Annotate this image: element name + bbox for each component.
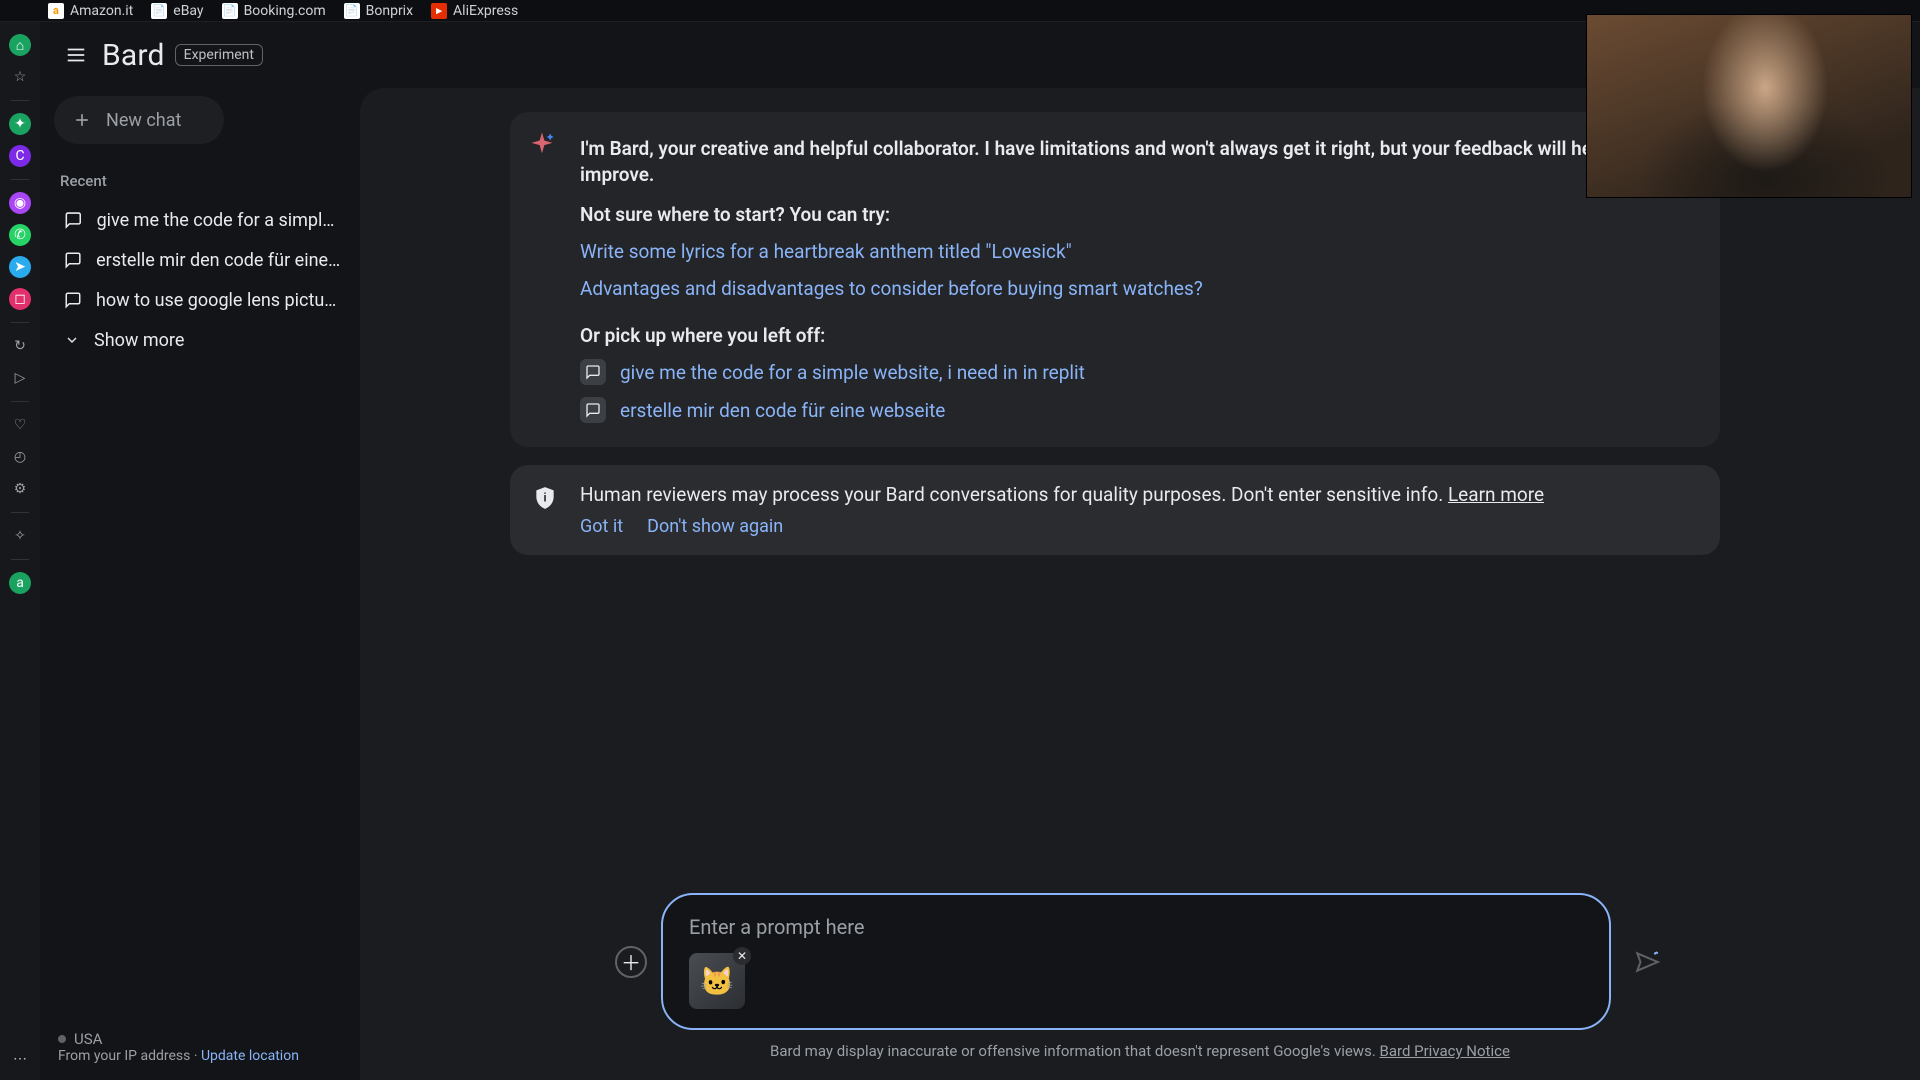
intro-card: I'm Bard, your creative and helpful coll… — [510, 112, 1720, 447]
recent-chat-item[interactable]: how to use google lens pictures i… — [54, 280, 352, 320]
history-icon[interactable]: ↻ — [9, 335, 31, 357]
pickup-chat-item[interactable]: give me the code for a simple website, i… — [580, 359, 1680, 385]
remove-attachment-button[interactable]: ✕ — [733, 947, 751, 965]
location-block: USA From your IP address · Update locati… — [54, 1030, 352, 1064]
chat-icon — [580, 359, 606, 385]
learn-more-link[interactable]: Learn more — [1448, 483, 1544, 506]
suggestion-link[interactable]: Write some lyrics for a heartbreak anthe… — [580, 240, 1680, 263]
got-it-button[interactable]: Got it — [580, 516, 623, 537]
bookmark-item[interactable]: ▸ AliExpress — [431, 3, 518, 19]
favicon: 📄 — [222, 3, 238, 19]
update-location-link[interactable]: Update location — [201, 1048, 299, 1064]
bard-sparkle-icon — [528, 130, 556, 158]
svg-text:i: i — [543, 491, 546, 505]
webcam-overlay — [1586, 14, 1912, 198]
messenger-icon[interactable]: ◉ — [9, 192, 31, 214]
pickup-chat-label: erstelle mir den code für eine webseite — [620, 399, 945, 422]
rail-separator — [11, 100, 29, 101]
rail-separator — [11, 401, 29, 402]
more-icon[interactable]: ⋯ — [9, 1048, 31, 1070]
prompt-input[interactable]: Enter a prompt here ✕ — [661, 893, 1611, 1030]
rail-separator — [11, 559, 29, 560]
add-attachment-button[interactable]: ＋ — [615, 946, 647, 978]
menu-icon — [65, 44, 87, 66]
instagram-icon[interactable]: ◻ — [9, 288, 31, 310]
bard-icon[interactable]: ✦ — [9, 113, 31, 135]
avatar-icon[interactable]: a — [9, 572, 31, 594]
recent-chat-label: how to use google lens pictures i… — [96, 290, 342, 311]
home-icon[interactable]: ⌂ — [9, 34, 31, 56]
favicon: ▸ — [431, 3, 447, 19]
bookmark-item[interactable]: 📄 Booking.com — [222, 3, 326, 19]
location-dot-icon — [58, 1035, 66, 1043]
location-ip-text: From your IP address — [58, 1048, 190, 1064]
new-chat-button[interactable]: New chat — [54, 96, 224, 144]
recent-chat-label: give me the code for a simple w… — [97, 210, 342, 231]
chat-icon — [64, 210, 83, 230]
plus-icon — [72, 110, 92, 130]
play-icon[interactable]: ▷ — [9, 367, 31, 389]
prompt-row: ＋ Enter a prompt here ✕ — [615, 893, 1665, 1030]
brand-title: Bard — [102, 38, 165, 73]
pickup-chat-label: give me the code for a simple website, i… — [620, 361, 1085, 384]
pickup-chat-item[interactable]: erstelle mir den code für eine webseite — [580, 397, 1680, 423]
show-more-label: Show more — [94, 330, 184, 351]
recent-chat-label: erstelle mir den code für eine we… — [96, 250, 342, 271]
disclaimer-text: Bard may display inaccurate or offensive… — [770, 1042, 1379, 1060]
recent-label: Recent — [60, 172, 346, 190]
telegram-icon[interactable]: ➤ — [9, 256, 31, 278]
attachment-thumbnail[interactable]: ✕ — [689, 953, 745, 1009]
gear-icon[interactable]: ⚙ — [9, 478, 31, 500]
menu-button[interactable] — [56, 35, 96, 75]
rail-separator — [11, 179, 29, 180]
bookmark-label: eBay — [173, 3, 203, 19]
heart-icon[interactable]: ♡ — [9, 414, 31, 436]
chevron-down-icon — [64, 332, 80, 348]
disclaimer: Bard may display inaccurate or offensive… — [360, 1042, 1920, 1060]
favicon: a — [48, 3, 64, 19]
rail-separator — [11, 322, 29, 323]
shield-icon: i — [532, 485, 558, 511]
send-button[interactable] — [1629, 944, 1665, 980]
privacy-notice-link[interactable]: Bard Privacy Notice — [1380, 1042, 1510, 1060]
intro-text: I'm Bard, your creative and helpful coll… — [580, 136, 1680, 187]
sidebar: New chat Recent give me the code for a s… — [40, 88, 360, 1080]
canva-icon[interactable]: C — [9, 145, 31, 167]
chat-icon — [580, 397, 606, 423]
brand: Bard Experiment — [102, 38, 263, 73]
sparkle-icon[interactable]: ✧ — [9, 525, 31, 547]
rail-separator — [11, 512, 29, 513]
favicon: 📄 — [344, 3, 360, 19]
try-label: Not sure where to start? You can try: — [580, 203, 1680, 226]
chat-icon — [64, 250, 82, 270]
main-area: I'm Bard, your creative and helpful coll… — [360, 88, 1920, 1080]
suggestion-link[interactable]: Advantages and disadvantages to consider… — [580, 277, 1680, 300]
recent-chat-item[interactable]: erstelle mir den code für eine we… — [54, 240, 352, 280]
bookmark-item[interactable]: 📄 Bonprix — [344, 3, 413, 19]
notice-text: Human reviewers may process your Bard co… — [580, 483, 1448, 506]
bookmark-label: Bonprix — [366, 3, 413, 19]
prompt-placeholder: Enter a prompt here — [689, 915, 1583, 939]
favicon: 📄 — [151, 3, 167, 19]
recent-chat-item[interactable]: give me the code for a simple w… — [54, 200, 352, 240]
whatsapp-icon[interactable]: ✆ — [9, 224, 31, 246]
chat-icon — [64, 290, 82, 310]
bookmark-label: Amazon.it — [70, 3, 133, 19]
bookmark-item[interactable]: a Amazon.it — [48, 3, 133, 19]
pickup-label: Or pick up where you left off: — [580, 324, 1680, 347]
bookmark-label: Booking.com — [244, 3, 326, 19]
dont-show-again-button[interactable]: Don't show again — [647, 516, 783, 537]
bookmark-item[interactable]: 📄 eBay — [151, 3, 203, 19]
show-more-button[interactable]: Show more — [54, 320, 352, 360]
bookmark-label: AliExpress — [453, 3, 518, 19]
location-country: USA — [74, 1030, 102, 1048]
vertical-tab-rail: ⌂ ☆ ✦ C ◉ ✆ ➤ ◻ ↻ ▷ ♡ ◴ ⚙ ✧ a ⋯ — [0, 22, 40, 1080]
send-icon — [1634, 949, 1660, 975]
clock-icon[interactable]: ◴ — [9, 446, 31, 468]
experiment-badge: Experiment — [175, 44, 263, 66]
new-chat-label: New chat — [106, 110, 181, 131]
privacy-notice: i Human reviewers may process your Bard … — [510, 465, 1720, 555]
star-icon[interactable]: ☆ — [9, 66, 31, 88]
